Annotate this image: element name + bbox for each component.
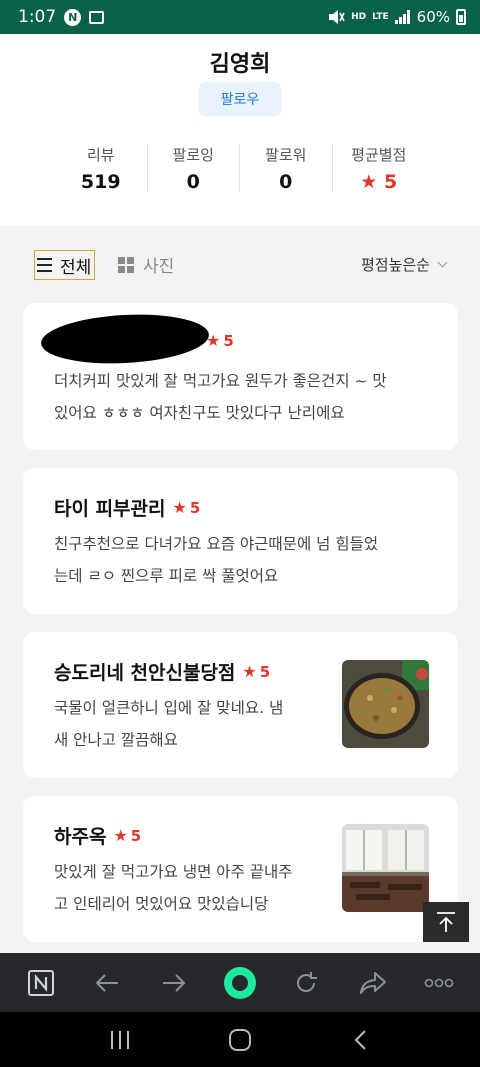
review-title: 승도리네 천안신불당점 ★ 5: [54, 658, 270, 685]
rating-value: 5: [130, 826, 142, 845]
refresh-icon: [297, 971, 318, 992]
follow-button[interactable]: 팔로우: [199, 82, 281, 116]
star-icon: ★: [113, 826, 128, 845]
stat-label: 팔로잉: [172, 146, 214, 164]
sort-dropdown[interactable]: 평점높은순: [360, 254, 448, 275]
star-icon: ★: [206, 331, 221, 350]
chevron-down-icon: [437, 257, 448, 268]
green-dot-icon: [223, 966, 256, 999]
stat-reviews[interactable]: 리뷰 519: [55, 144, 148, 193]
tab-photo[interactable]: 사진: [118, 252, 174, 277]
review-card[interactable]: ★ 5 더치커피 맛있게 잘 먹고가요 원두가 좋은건지 ~ 맛 있어요 ㅎㅎㅎ…: [23, 303, 458, 450]
home-icon: [229, 1028, 251, 1051]
stat-label: 평균별점: [351, 146, 407, 164]
system-back-button[interactable]: [335, 1015, 385, 1065]
stat-label: 리뷰: [86, 146, 115, 164]
arrow-up-icon: [437, 912, 455, 932]
more-button[interactable]: [414, 958, 464, 1008]
refresh-button[interactable]: [281, 958, 331, 1008]
review-text: 더치커피 맛있게 잘 먹고가요 원두가 좋은건지 ~ 맛 있어요 ㅎㅎㅎ 여자친…: [54, 372, 387, 422]
sort-label: 평점높은순: [360, 256, 430, 274]
restaurant-interior-photo[interactable]: [342, 824, 429, 912]
stat-value: 0: [186, 171, 200, 193]
mute-icon: [329, 10, 345, 24]
browser-nav-bar: [0, 953, 480, 1012]
review-title: 하주옥 ★ 5: [54, 822, 141, 849]
tab-all-label: 전체: [60, 257, 92, 277]
stat-label: 팔로워: [265, 146, 307, 164]
profile-name: 김영희: [209, 52, 271, 77]
stat-value: 519: [80, 171, 121, 193]
review-text: 국물이 얼큰하니 입에 잘 맞네요. 냄 새 안나고 깔끔해요: [54, 699, 284, 749]
stat-avg-rating: 평균별점 ★ 5: [333, 144, 426, 193]
lte-icon: LTE: [372, 11, 389, 22]
back-button[interactable]: [82, 958, 132, 1008]
naver-home-button[interactable]: [16, 958, 66, 1008]
battery-percent: 60%: [416, 8, 450, 26]
review-title: 타이 피부관리 ★ 5: [54, 494, 200, 521]
star-icon: ★: [360, 171, 378, 193]
review-text: 친구추천으로 다녀가요 요즘 야근때문에 넘 힘들었 는데 ㄹㅇ 찐으루 피로 …: [54, 535, 379, 585]
back-icon: [354, 1029, 366, 1050]
profile-stats: 리뷰 519 팔로잉 0 팔로워 0 평균별점 ★ 5: [55, 144, 425, 193]
scroll-top-button[interactable]: [423, 902, 469, 942]
green-dot-button[interactable]: [215, 958, 265, 1008]
stat-value: ★ 5: [360, 171, 398, 193]
stat-following[interactable]: 팔로잉 0: [148, 144, 240, 193]
star-icon: ★: [242, 662, 257, 681]
rating-value: 5: [223, 331, 234, 350]
forward-button[interactable]: [149, 958, 199, 1008]
place-name: 승도리네 천안신불당점: [54, 662, 236, 684]
profile-header: 김영희 팔로우 리뷰 519 팔로잉 0 팔로워 0 평균별점 ★ 5: [0, 34, 480, 226]
more-dots-icon: [424, 978, 454, 987]
recent-apps-button[interactable]: [95, 1015, 145, 1065]
status-right-icons: HD LTE 60%: [327, 8, 466, 26]
stat-followers[interactable]: 팔로워 0: [240, 144, 333, 193]
list-icon: [37, 258, 52, 272]
rating-value: 5: [189, 498, 201, 517]
tab-all[interactable]: 전체: [34, 250, 95, 280]
rating-value: 5: [259, 662, 271, 681]
place-name: 하주옥: [54, 826, 107, 848]
system-nav-bar: [0, 1012, 480, 1067]
food-photo[interactable]: [342, 660, 429, 748]
naver-app-icon: N: [64, 8, 82, 26]
review-card[interactable]: 하주옥 ★ 5 맛있게 잘 먹고가요 냉면 아주 끝내주 고 인테리어 멋있어요…: [23, 796, 458, 942]
battery-icon: [456, 9, 466, 25]
review-card[interactable]: 타이 피부관리 ★ 5 친구추천으로 다녀가요 요즘 야근때문에 넘 힘들었 는…: [23, 468, 458, 614]
recent-apps-icon: [111, 1030, 129, 1049]
review-card[interactable]: 승도리네 천안신불당점 ★ 5 국물이 얼큰하니 입에 잘 맞네요. 냄 새 안…: [23, 632, 458, 778]
filter-row: 전체 사진 평점높은순: [0, 248, 480, 284]
review-text: 맛있게 잘 먹고가요 냉면 아주 끝내주 고 인테리어 멋있어요 맛있습니당: [54, 863, 293, 913]
gallery-icon: [89, 10, 105, 24]
tab-photo-label: 사진: [143, 257, 175, 277]
status-bar: 1:07 N HD LTE 60%: [0, 0, 480, 34]
home-button[interactable]: [215, 1015, 265, 1065]
share-button[interactable]: [348, 958, 398, 1008]
share-icon: [359, 971, 386, 994]
status-time: 1:07: [18, 7, 57, 27]
review-rating: ★ 5: [199, 331, 234, 350]
stat-value: 0: [279, 171, 293, 193]
back-arrow-icon: [96, 973, 119, 992]
forward-arrow-icon: [162, 973, 186, 992]
hd-voice-icon: HD: [351, 11, 367, 22]
redacted-name: [39, 310, 211, 368]
grid-icon: [118, 256, 134, 273]
naver-home-icon: [28, 969, 55, 996]
place-name: 타이 피부관리: [54, 498, 166, 520]
star-icon: ★: [172, 498, 187, 517]
signal-icon: [394, 10, 410, 24]
